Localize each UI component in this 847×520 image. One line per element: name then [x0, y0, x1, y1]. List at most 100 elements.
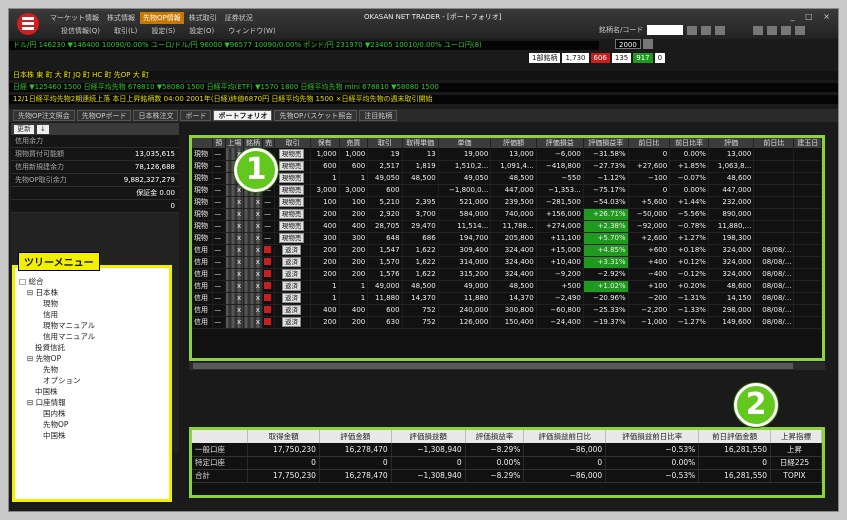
top-tab[interactable]: 株式取引 — [185, 12, 220, 24]
trade-button[interactable]: 現物売 — [278, 209, 305, 219]
layout-icon[interactable] — [753, 25, 764, 35]
tab-4[interactable]: ポートフォリオ — [213, 110, 273, 121]
grid-header[interactable]: 評価 — [708, 138, 755, 148]
toolbar-icon[interactable] — [701, 25, 712, 35]
table-row[interactable]: 現物—xx—現物売6006002,5171,8191,510,2...1,091… — [192, 160, 822, 173]
tree-node[interactable]: 先物OP — [19, 419, 165, 430]
horizontal-scrollbar[interactable] — [189, 362, 825, 370]
grid-header[interactable]: 保有 — [310, 138, 340, 148]
tree-node[interactable]: ⊟ 先物OP — [19, 353, 165, 364]
top-tab[interactable]: 先物OP情報 — [140, 12, 184, 24]
trade-button[interactable]: 現物売 — [278, 173, 305, 183]
trade-button[interactable]: 現物売 — [278, 185, 305, 195]
summary-cell: 17,750,230 — [247, 443, 320, 457]
trade-button[interactable]: 返済 — [282, 293, 302, 303]
table-row[interactable]: 現物 — x x — 現物売 300 300 648 686 194,700 205,800 +11,1… — [192, 232, 822, 245]
tab-1[interactable]: 先物OPボード — [76, 110, 132, 121]
tree-node[interactable]: オプション — [19, 375, 165, 386]
symbol-input[interactable] — [647, 25, 684, 35]
refresh-button[interactable]: 更新 — [14, 124, 34, 134]
table-row[interactable]: 信用 — x x 返済 200 200 630 752 126,000 150,400 −24,400… — [192, 316, 822, 329]
tree-node[interactable]: ⊟ 日本株 — [19, 287, 165, 298]
grid-header[interactable]: 前日比率 — [669, 138, 709, 148]
tree-node[interactable]: 中国株 — [19, 386, 165, 397]
market-index-bar: 日本株 東 町 大 町 JQ 町 HC 町 先OP 大 町 — [9, 71, 838, 80]
menu-item[interactable]: 投信情報(Q) — [61, 26, 100, 36]
layout-icon[interactable] — [767, 25, 778, 35]
grid-header[interactable]: 銘柄 — [243, 138, 263, 148]
menu-item[interactable]: 取引(L) — [114, 26, 137, 36]
tab-3[interactable]: ボード — [180, 110, 212, 121]
table-row[interactable]: 現物 — x x — 現物売 100 100 5,210 2,395 521,000 239,500−… — [192, 196, 822, 209]
dropdown-button[interactable]: ↓ — [37, 124, 49, 134]
table-row[interactable]: 現物—xx—現物売1,0001,000191319,00013,000−6,00… — [192, 148, 822, 161]
trade-button[interactable]: 返済 — [282, 257, 302, 267]
tab-5[interactable]: 先物OPバスケット照会 — [274, 110, 358, 121]
trade-button[interactable]: 現物売 — [278, 221, 305, 231]
grid-header[interactable]: 取得単価 — [402, 138, 439, 148]
table-row[interactable]: 信用 — x x 返済 200 200 1,547 1,622 309,400 324,400 +15… — [192, 244, 822, 257]
trade-button[interactable]: 現物売 — [278, 233, 305, 243]
trade-button[interactable]: 現物売 — [278, 197, 305, 207]
tree-node[interactable]: 信用 — [19, 309, 165, 320]
table-row[interactable]: 信用 — x x 返済 1 1 11,880 14,370 11,880 14,370 −2,490−… — [192, 292, 822, 305]
grid-header[interactable]: 売 — [262, 138, 276, 148]
grid-header[interactable]: 取引 — [274, 138, 311, 148]
tree-node[interactable]: 国内株 — [19, 408, 165, 419]
summary-cell: −8.29% — [465, 469, 525, 483]
table-row[interactable]: 現物—xx—現物売3,0003,000600−1,800,0...447,000… — [192, 184, 822, 197]
trade-button[interactable]: 返済 — [282, 245, 302, 255]
toolbar-icon[interactable] — [715, 25, 726, 35]
scroll-thumb[interactable] — [193, 363, 793, 369]
grid-header[interactable]: 単価 — [438, 138, 492, 148]
top-tab[interactable]: 証券状況 — [221, 12, 256, 24]
grid-header[interactable]: 評価損益 — [536, 138, 584, 148]
trade-button[interactable]: 返済 — [282, 269, 302, 279]
grid-header[interactable]: 取引 — [367, 138, 403, 148]
tab-0[interactable]: 先物OP注文照会 — [13, 110, 75, 121]
trade-button[interactable]: 返済 — [282, 281, 302, 291]
tree-node[interactable]: 現物 — [19, 298, 165, 309]
menu-item[interactable]: ウィンドウ(W) — [228, 26, 275, 36]
table-row[interactable]: 現物 — x x — 現物売 400 400 28,705 29,470 11,514... 11,7… — [192, 220, 822, 233]
table-row[interactable]: 現物—xx—現物売1149,05048,50049,05048,500−550−… — [192, 172, 822, 185]
tree-node[interactable]: 現物マニュアル — [19, 320, 165, 331]
grid-header[interactable]: 上場 — [225, 138, 245, 148]
trade-button[interactable]: 現物売 — [278, 148, 305, 159]
tree-node[interactable]: 先物 — [19, 364, 165, 375]
grid-header[interactable]: 預 — [212, 138, 226, 148]
table-cell: 1 — [339, 172, 369, 185]
trade-button[interactable]: 返済 — [282, 317, 302, 327]
tab-2[interactable]: 日本株注文 — [133, 110, 179, 121]
tree-node[interactable]: ⊟ 口座情報 — [19, 397, 165, 408]
menu-item[interactable]: 設定(O) — [189, 26, 214, 36]
table-row[interactable]: 信用 — x x 返済 200 200 1,570 1,622 314,000 324,400 +10… — [192, 256, 822, 269]
table-row[interactable]: 現物 — x x — 現物売 200 200 2,920 3,700 584,000 740,000 +… — [192, 208, 822, 221]
top-tab[interactable]: マーケット情報 — [47, 12, 102, 24]
grid-header[interactable]: 売買 — [339, 138, 369, 148]
grid-header[interactable]: 評価損益率 — [583, 138, 629, 148]
tree-node[interactable]: 信用マニュアル — [19, 331, 165, 342]
grid-header[interactable]: 建玉日 — [793, 138, 822, 148]
window-controls[interactable]: _ □ × — [791, 12, 834, 21]
grid-header[interactable]: 評価額 — [490, 138, 537, 148]
close-icon[interactable] — [642, 39, 653, 49]
layout-icon[interactable] — [781, 25, 792, 35]
tree-node[interactable]: □ 総合 — [19, 276, 165, 287]
tree-node[interactable]: 投資信託 — [19, 342, 165, 353]
table-row[interactable]: 信用 — x x 返済 200 200 1,576 1,622 315,200 324,400 −9,… — [192, 268, 822, 281]
tree-node[interactable]: 中国株 — [19, 430, 165, 441]
trade-button[interactable]: 現物売 — [278, 161, 305, 171]
grid-header[interactable] — [192, 138, 214, 148]
grid-header[interactable]: 前日比 — [753, 138, 795, 148]
list-select[interactable]: 1部銘柄 — [529, 53, 561, 63]
grid-header[interactable]: 前日比 — [628, 138, 671, 148]
table-row[interactable]: 信用 — x x 返済 1 1 49,000 48,500 49,000 48,500 +500 +1.… — [192, 280, 822, 293]
top-tab[interactable]: 株式情報 — [104, 12, 138, 24]
toolbar-icon[interactable] — [687, 25, 698, 35]
tab-6[interactable]: 注目銘柄 — [359, 110, 398, 121]
trade-button[interactable]: 返済 — [282, 305, 302, 315]
layout-icon[interactable] — [795, 25, 806, 35]
menu-item[interactable]: 設定(S) — [151, 26, 175, 36]
table-row[interactable]: 信用 — x x 返済 400 400 600 752 240,000 300,800 −60,800… — [192, 304, 822, 317]
